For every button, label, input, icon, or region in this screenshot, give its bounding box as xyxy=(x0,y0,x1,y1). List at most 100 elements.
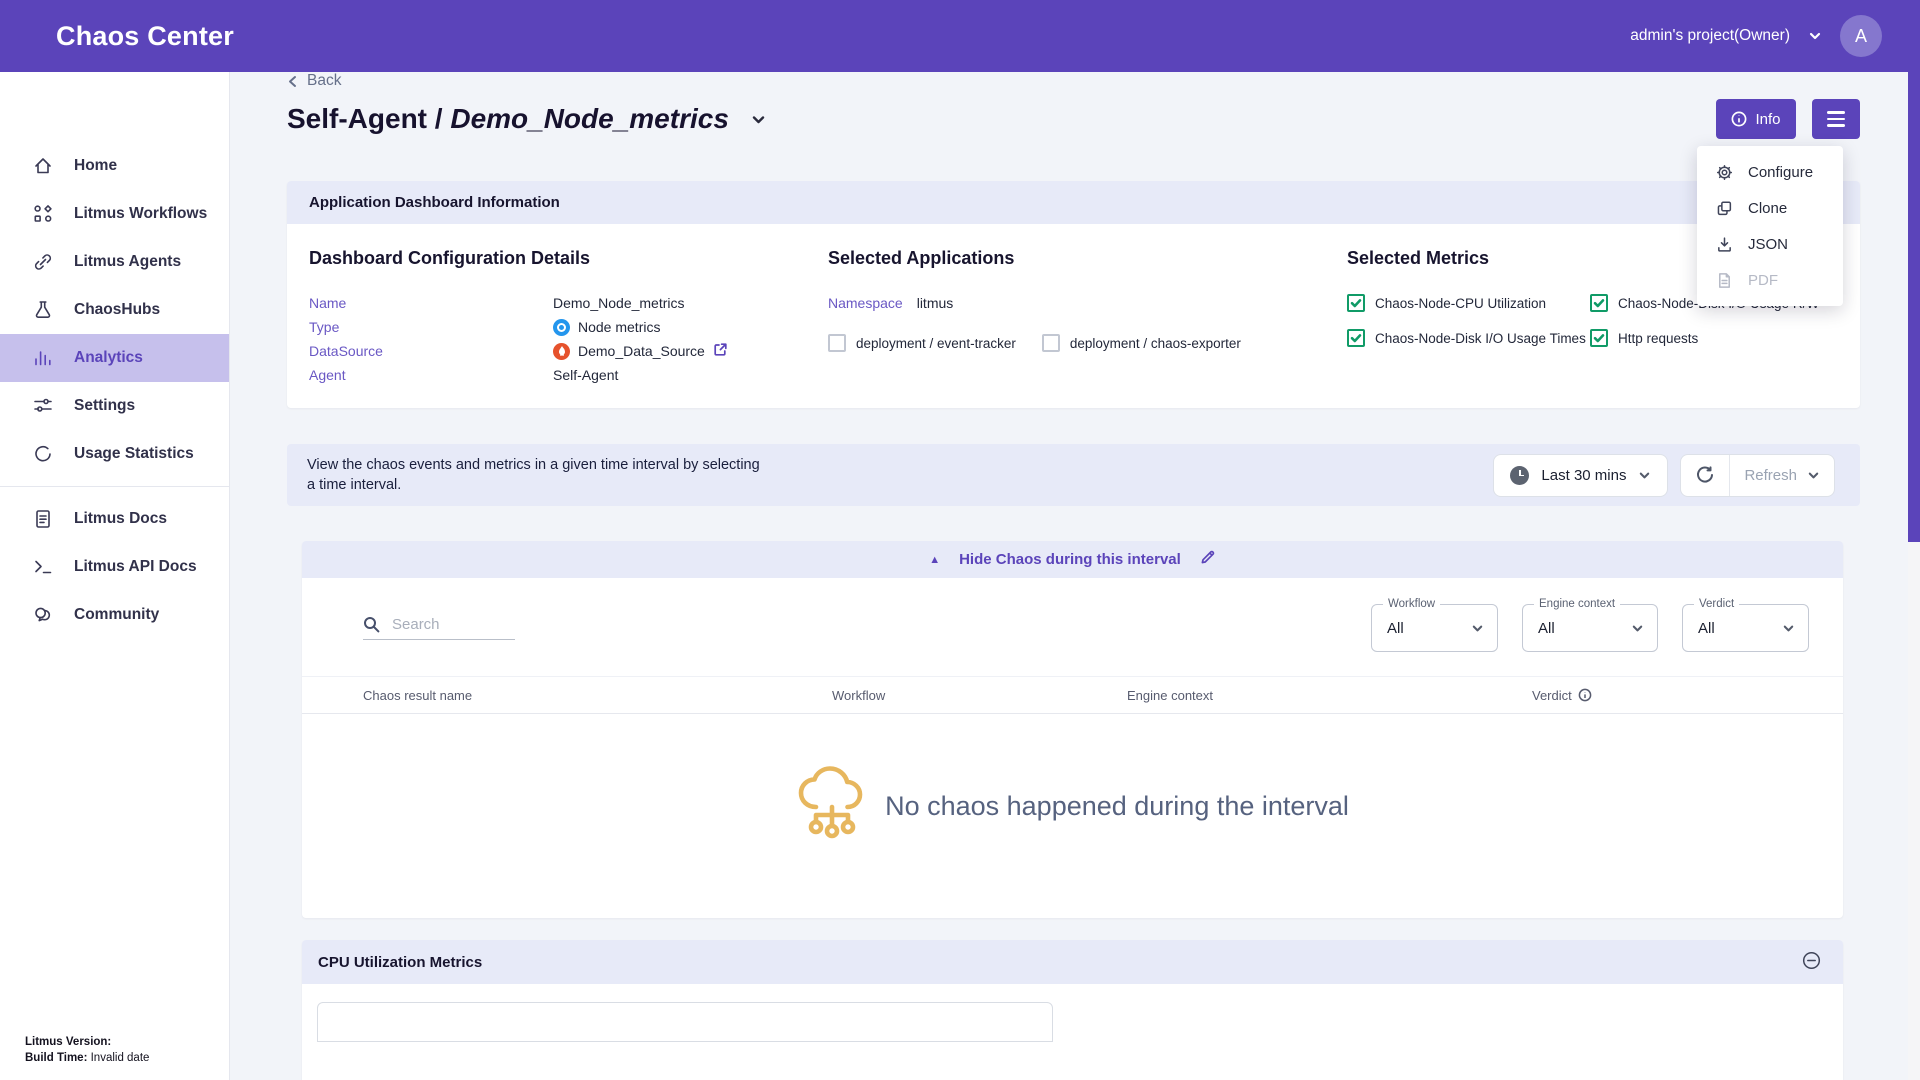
refresh-button[interactable] xyxy=(1681,455,1730,496)
checkbox-unchecked[interactable] xyxy=(1042,334,1060,352)
chaos-table-card: ▲ Hide Chaos during this interval Workfl… xyxy=(302,541,1843,918)
menu-item-json[interactable]: JSON xyxy=(1697,226,1843,262)
checkbox-checked[interactable] xyxy=(1590,294,1608,312)
namespace-label: Namespace xyxy=(828,295,903,311)
info-button-label: Info xyxy=(1755,111,1780,128)
time-interval-bar: View the chaos events and metrics in a g… xyxy=(287,444,1860,506)
config-label: Agent xyxy=(309,367,553,383)
verdict-filter-select[interactable]: Verdict All xyxy=(1682,604,1809,652)
empty-state: No chaos happened during the interval xyxy=(302,714,1843,899)
checkbox-label: Http requests xyxy=(1618,331,1698,346)
chevron-left-icon xyxy=(287,75,298,88)
pdf-file-icon xyxy=(1716,272,1733,289)
sidebar-item-label: Community xyxy=(74,606,159,624)
checkbox-checked[interactable] xyxy=(1347,294,1365,312)
info-circle-icon[interactable] xyxy=(1578,688,1592,702)
application-options: deployment / event-tracker deployment / … xyxy=(828,334,1347,352)
chevron-down-icon[interactable] xyxy=(1808,29,1822,43)
collapse-minus-icon[interactable] xyxy=(1802,951,1821,974)
app-title: Chaos Center xyxy=(56,21,234,52)
applications-title: Selected Applications xyxy=(828,248,1347,269)
table-header-row: Chaos result name Workflow Engine contex… xyxy=(302,676,1843,714)
search-input[interactable] xyxy=(392,616,502,633)
checkbox-label: deployment / chaos-exporter xyxy=(1070,336,1241,351)
checkbox-event-tracker[interactable]: deployment / event-tracker xyxy=(828,334,1016,352)
version-footer: Litmus Version: Build Time: Invalid date xyxy=(25,1034,149,1066)
info-button[interactable]: Info xyxy=(1716,99,1796,139)
config-label: Type xyxy=(309,319,553,335)
menu-item-label: Clone xyxy=(1748,200,1787,217)
top-bar: Chaos Center admin's project(Owner) A xyxy=(0,0,1920,72)
chevron-down-icon xyxy=(1807,469,1820,482)
engine-context-filter-select[interactable]: Engine context All xyxy=(1522,604,1658,652)
sidebar-item-usage-statistics[interactable]: Usage Statistics xyxy=(0,430,229,478)
sidebar-item-litmus-docs[interactable]: Litmus Docs xyxy=(0,495,229,543)
usage-statistics-icon xyxy=(33,444,53,464)
community-icon xyxy=(33,605,53,625)
config-label: DataSource xyxy=(309,343,553,359)
node-metrics-icon xyxy=(553,319,570,336)
menu-item-pdf[interactable]: PDF xyxy=(1697,262,1843,298)
config-row-agent: Agent Self-Agent xyxy=(309,363,828,387)
title-chevron-down-icon[interactable] xyxy=(750,111,767,128)
sidebar-item-analytics[interactable]: Analytics xyxy=(0,334,229,382)
verdict-filter-label: Verdict xyxy=(1694,598,1739,610)
avatar[interactable]: A xyxy=(1840,15,1882,57)
checkbox-disk-io-times[interactable]: Chaos-Node-Disk I/O Usage Times xyxy=(1347,329,1590,347)
cpu-utilization-card: CPU Utilization Metrics xyxy=(302,940,1843,1080)
filter-row: Workflow All Engine context All Verdict … xyxy=(302,578,1843,652)
sidebar-item-litmus-api-docs[interactable]: Litmus API Docs xyxy=(0,543,229,591)
column-verdict: Verdict xyxy=(1532,688,1809,703)
sidebar-item-label: Usage Statistics xyxy=(74,445,194,463)
selected-applications: Selected Applications Namespace litmus d… xyxy=(828,248,1347,387)
project-selector-label[interactable]: admin's project(Owner) xyxy=(1630,27,1790,45)
sidebar-item-litmus-agents[interactable]: Litmus Agents xyxy=(0,238,229,286)
info-icon xyxy=(1731,111,1747,127)
sidebar-item-label: ChaosHubs xyxy=(74,301,160,319)
sidebar-item-label: Settings xyxy=(74,397,135,415)
workflow-filter-value: All xyxy=(1387,620,1404,637)
sidebar-item-label: Home xyxy=(74,157,117,175)
search-box xyxy=(363,616,515,640)
engine-context-filter-value: All xyxy=(1538,620,1555,637)
sidebar-item-litmus-workflows[interactable]: Litmus Workflows xyxy=(0,190,229,238)
menu-item-label: PDF xyxy=(1748,272,1778,289)
title-agent: Self-Agent / xyxy=(287,103,450,134)
checkbox-chaos-exporter[interactable]: deployment / chaos-exporter xyxy=(1042,334,1241,352)
sidebar-item-community[interactable]: Community xyxy=(0,591,229,639)
back-button[interactable]: Back xyxy=(287,72,1860,90)
column-engine-context: Engine context xyxy=(1127,688,1532,703)
config-row-datasource: DataSource Demo_Data_Source xyxy=(309,339,828,363)
menu-item-label: JSON xyxy=(1748,236,1788,253)
checkbox-http-requests[interactable]: Http requests xyxy=(1590,329,1860,347)
sidebar-item-chaoshubs[interactable]: ChaosHubs xyxy=(0,286,229,334)
clone-icon xyxy=(1716,200,1733,217)
build-time-value: Invalid date xyxy=(87,1052,149,1064)
dashboard-menu-button[interactable] xyxy=(1812,99,1860,139)
collapse-triangle-icon[interactable]: ▲ xyxy=(929,554,940,566)
checkbox-cpu-utilization[interactable]: Chaos-Node-CPU Utilization xyxy=(1347,294,1590,312)
sidebar-item-home[interactable]: Home xyxy=(0,142,229,190)
edit-pencil-icon[interactable] xyxy=(1200,549,1216,570)
refresh-interval-select[interactable]: Refresh xyxy=(1730,455,1834,496)
prometheus-icon xyxy=(553,343,570,360)
column-workflow: Workflow xyxy=(832,688,1127,703)
title-dashboard-name: Demo_Node_metrics xyxy=(450,103,729,134)
scrollbar-track[interactable] xyxy=(1908,72,1920,1080)
sidebar-item-label: Litmus API Docs xyxy=(74,558,197,576)
gear-icon xyxy=(1716,164,1733,181)
cpu-header-title: CPU Utilization Metrics xyxy=(318,954,482,971)
external-link-icon[interactable] xyxy=(713,342,728,360)
chaos-card-header: ▲ Hide Chaos during this interval xyxy=(302,541,1843,578)
menu-item-configure[interactable]: Configure xyxy=(1697,154,1843,190)
sidebar-item-settings[interactable]: Settings xyxy=(0,382,229,430)
config-row-type: Type Node metrics xyxy=(309,315,828,339)
workflow-filter-select[interactable]: Workflow All xyxy=(1371,604,1498,652)
checkbox-checked[interactable] xyxy=(1590,329,1608,347)
checkbox-checked[interactable] xyxy=(1347,329,1365,347)
scrollbar-thumb[interactable] xyxy=(1908,72,1920,542)
namespace-row: Namespace litmus xyxy=(828,295,1347,311)
checkbox-unchecked[interactable] xyxy=(828,334,846,352)
menu-item-clone[interactable]: Clone xyxy=(1697,190,1843,226)
time-range-select[interactable]: Last 30 mins xyxy=(1493,454,1668,497)
